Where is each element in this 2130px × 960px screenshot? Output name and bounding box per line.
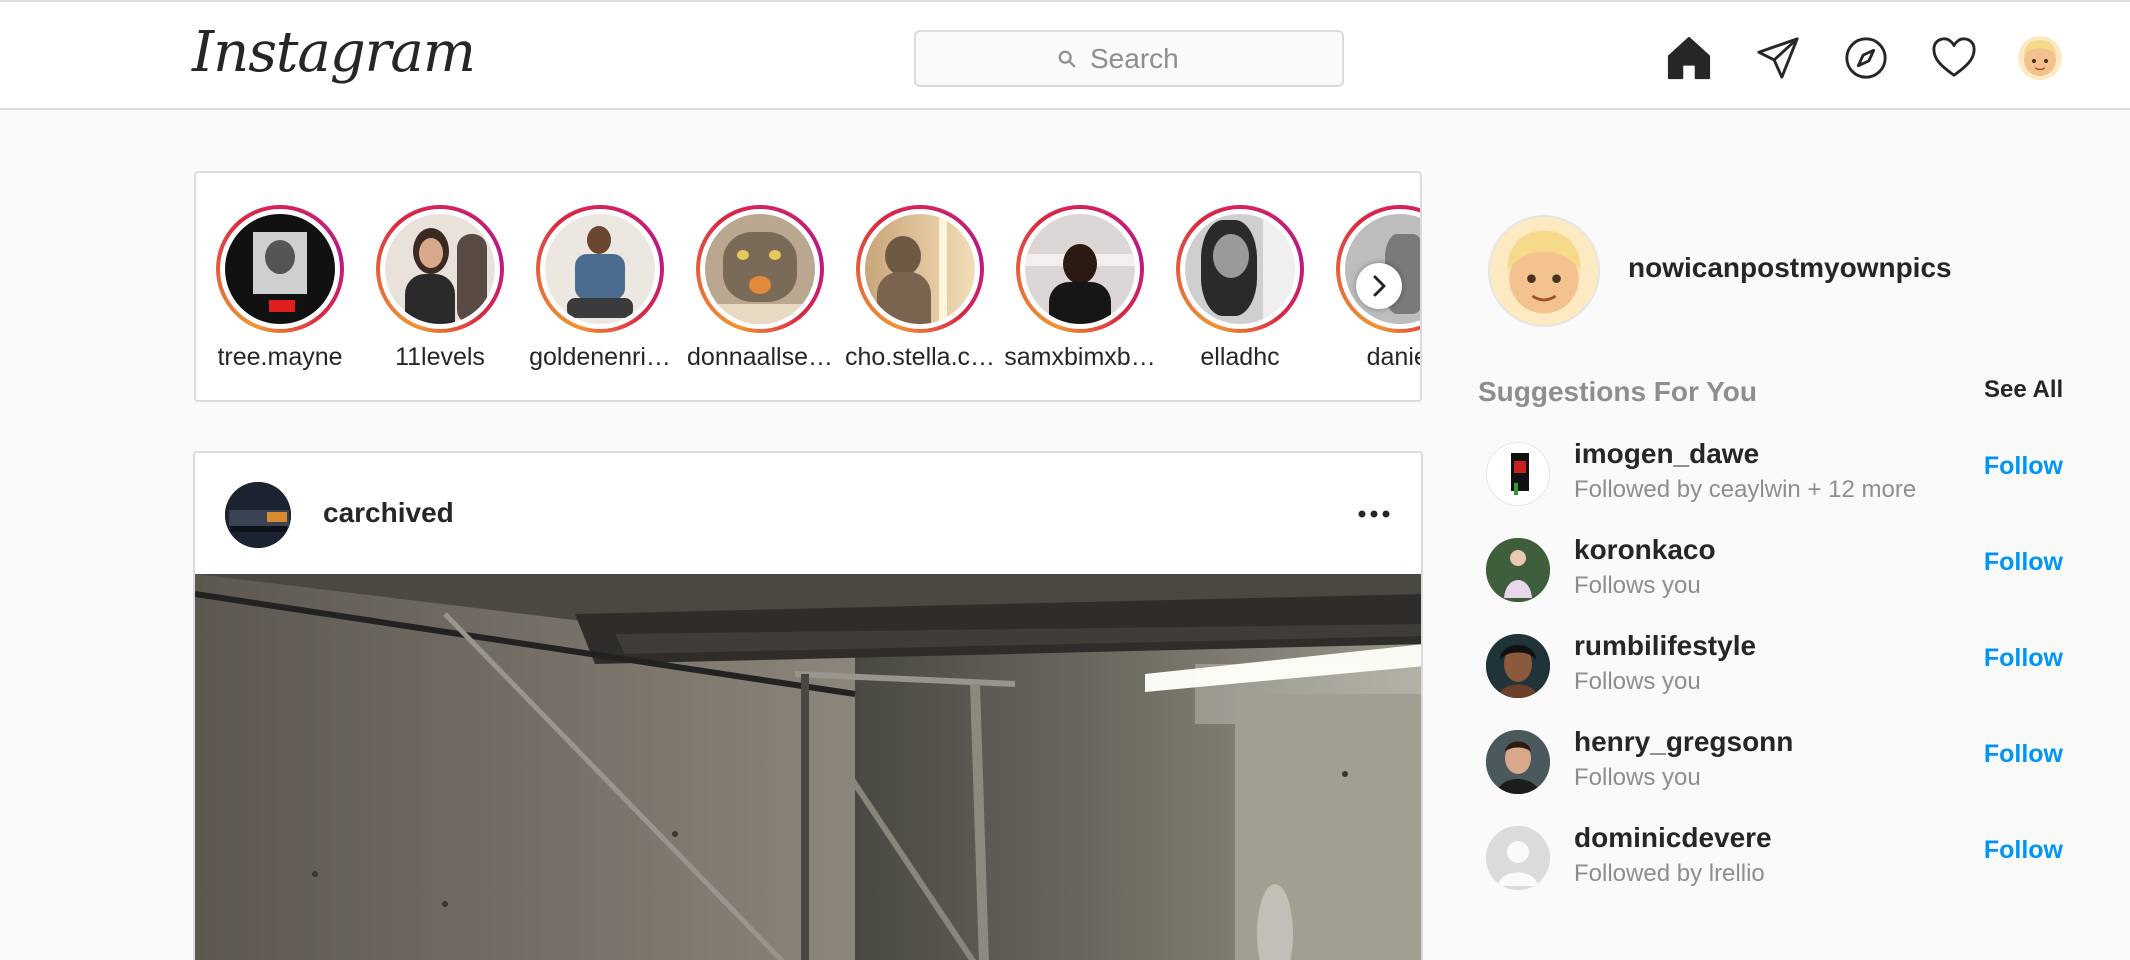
- suggestion-username[interactable]: imogen_dawe: [1574, 438, 1759, 470]
- current-user-username[interactable]: nowicanpostmyownpics: [1628, 252, 1952, 284]
- story-avatar: [1025, 214, 1135, 324]
- follow-button[interactable]: Follow: [1984, 644, 2063, 673]
- post-image[interactable]: [195, 574, 1421, 960]
- story-item[interactable]: samxbimxb…: [1000, 205, 1160, 372]
- suggestion-subtitle: Follows you: [1574, 764, 1701, 791]
- suggestion-row: imogen_dawe Followed by ceaylwin + 12 mo…: [1486, 438, 2066, 508]
- post-author-username[interactable]: carchived: [323, 497, 454, 529]
- suggestion-subtitle: Follows you: [1574, 668, 1701, 695]
- story-ring: [696, 205, 824, 333]
- story-avatar: [225, 214, 335, 324]
- chevron-right-icon: [1373, 275, 1386, 297]
- story-ring: [536, 205, 664, 333]
- story-item[interactable]: donnaallse…: [680, 205, 840, 372]
- feed-post: carchived: [193, 451, 1423, 960]
- current-user-avatar[interactable]: [1488, 215, 1600, 327]
- see-all-link[interactable]: See All: [1984, 376, 2063, 404]
- suggestion-avatar[interactable]: [1486, 538, 1550, 602]
- explore-compass-icon[interactable]: [1843, 35, 1889, 81]
- story-username: donnaallse…: [687, 343, 833, 371]
- story-ring: [1016, 205, 1144, 333]
- suggestion-avatar[interactable]: [1486, 442, 1550, 506]
- suggestion-row: dominicdevere Followed by lrellio Follow: [1486, 822, 2066, 892]
- story-ring: [376, 205, 504, 333]
- search-icon: [1058, 50, 1076, 68]
- story-username: samxbimxb…: [1004, 343, 1156, 371]
- profile-avatar[interactable]: [2018, 36, 2062, 80]
- home-icon[interactable]: [1666, 35, 1712, 81]
- story-item[interactable]: goldenenri…: [520, 205, 680, 372]
- story-username: elladhc: [1200, 343, 1280, 371]
- follow-button[interactable]: Follow: [1984, 548, 2063, 577]
- story-item[interactable]: 11levels: [360, 205, 520, 372]
- follow-button[interactable]: Follow: [1984, 452, 2063, 481]
- story-ring: [1176, 205, 1304, 333]
- story-username: cho.stella.c…: [844, 343, 996, 371]
- direct-message-icon[interactable]: [1755, 35, 1801, 81]
- suggestion-row: henry_gregsonn Follows you Follow: [1486, 726, 2066, 796]
- search-input[interactable]: [1090, 40, 1330, 78]
- suggestion-username[interactable]: koronkaco: [1574, 534, 1716, 566]
- story-username: 11levels: [395, 343, 485, 371]
- search-box[interactable]: [914, 30, 1344, 87]
- story-avatar: [385, 214, 495, 324]
- story-avatar: [1185, 214, 1295, 324]
- suggestion-username[interactable]: rumbilifestyle: [1574, 630, 1756, 662]
- activity-heart-icon[interactable]: [1931, 35, 1977, 81]
- stories-next-button[interactable]: [1356, 263, 1402, 309]
- story-ring: [856, 205, 984, 333]
- follow-button[interactable]: Follow: [1984, 740, 2063, 769]
- suggestions-heading: Suggestions For You: [1478, 376, 1757, 407]
- story-username: tree.mayne: [217, 343, 343, 371]
- suggestion-subtitle: Followed by ceaylwin + 12 more: [1574, 476, 1917, 503]
- story-item[interactable]: elladhc: [1160, 205, 1320, 372]
- suggestion-username[interactable]: dominicdevere: [1574, 822, 1772, 854]
- suggestion-avatar[interactable]: [1486, 826, 1550, 890]
- suggestion-username[interactable]: henry_gregsonn: [1574, 726, 1793, 758]
- top-navigation-bar: Instagram: [0, 0, 2130, 110]
- story-ring: [216, 205, 344, 333]
- story-avatar: [705, 214, 815, 324]
- suggestion-avatar[interactable]: [1486, 730, 1550, 794]
- stories-tray: tree.mayne 11levels goldenenri… donnaall…: [194, 171, 1422, 402]
- suggestion-subtitle: Followed by lrellio: [1574, 860, 1765, 887]
- story-username: daniel: [1366, 343, 1420, 371]
- story-username: goldenenri…: [529, 343, 671, 371]
- suggestion-row: koronkaco Follows you Follow: [1486, 534, 2066, 604]
- more-options-icon[interactable]: [1357, 507, 1391, 521]
- suggestion-avatar[interactable]: [1486, 634, 1550, 698]
- story-item[interactable]: tree.mayne: [200, 205, 360, 372]
- suggestion-subtitle: Follows you: [1574, 572, 1701, 599]
- suggestion-row: rumbilifestyle Follows you Follow: [1486, 630, 2066, 700]
- follow-button[interactable]: Follow: [1984, 836, 2063, 865]
- story-item[interactable]: cho.stella.c…: [840, 205, 1000, 372]
- story-avatar: [865, 214, 975, 324]
- instagram-logo[interactable]: Instagram: [192, 20, 476, 85]
- default-user-icon: [1486, 826, 1550, 890]
- story-avatar: [545, 214, 655, 324]
- post-author-avatar[interactable]: [225, 482, 291, 548]
